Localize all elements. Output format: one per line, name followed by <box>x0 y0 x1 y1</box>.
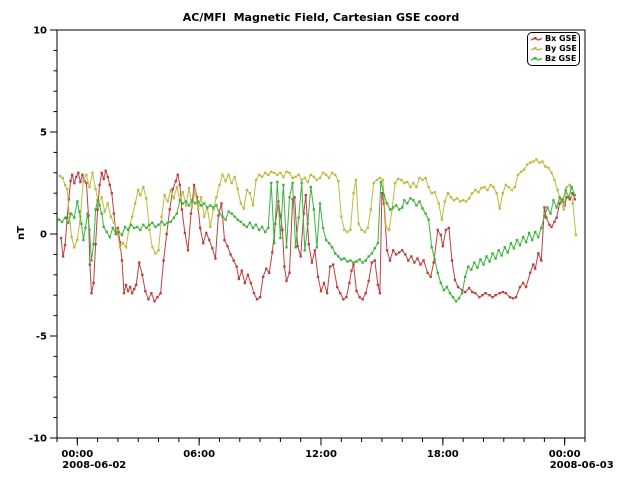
plot-frame <box>57 30 585 438</box>
legend-item-bz: Bz GSE <box>530 54 577 64</box>
y-tick-label: -10 <box>29 434 47 445</box>
x-tick-label: 12:00 <box>305 449 337 460</box>
plot-area: 1050-5-1000:002008-06-0206:0012:0018:000… <box>0 0 640 480</box>
legend-label: By GSE <box>545 45 577 53</box>
x-tick-label: 00:00 <box>61 449 93 460</box>
x-tick-label: 00:00 <box>549 449 581 460</box>
y-tick-label: -5 <box>36 332 47 343</box>
y-tick-label: 10 <box>33 26 47 37</box>
x-tick-label: 18:00 <box>427 449 459 460</box>
y-tick-label: 0 <box>40 230 47 241</box>
magnetic-field-plot: 1050-5-1000:002008-06-0206:0012:0018:000… <box>0 0 640 480</box>
x-date-label: 2008-06-02 <box>62 460 126 471</box>
legend-item-by: By GSE <box>530 44 577 54</box>
x-date-label: 2008-06-03 <box>550 460 614 471</box>
legend-line-sample-icon <box>530 45 543 53</box>
legend-line-sample-icon <box>530 55 543 63</box>
y-tick-label: 5 <box>40 128 47 139</box>
legend: Bx GSE By GSE Bz GSE <box>527 32 580 66</box>
plot-title: AC/MFI Magnetic Field, Cartesian GSE coo… <box>57 11 585 24</box>
legend-label: Bx GSE <box>545 35 577 43</box>
y-axis-label: nT <box>16 218 30 248</box>
x-tick-label: 06:00 <box>183 449 215 460</box>
legend-line-sample-icon <box>530 35 543 43</box>
legend-item-bx: Bx GSE <box>530 34 577 44</box>
legend-label: Bz GSE <box>545 55 576 63</box>
